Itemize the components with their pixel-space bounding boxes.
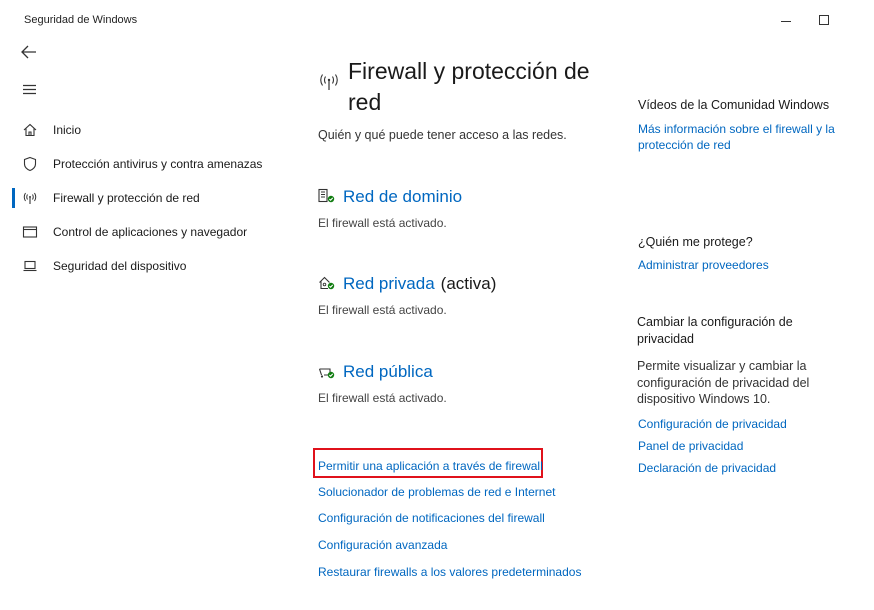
allow-app-firewall-link[interactable]: Permitir una aplicación a través de fire…: [318, 459, 543, 473]
shield-icon: [22, 156, 38, 172]
back-arrow-icon: [21, 45, 36, 59]
wifi-antenna-icon: [318, 72, 340, 92]
restore-defaults-link[interactable]: Restaurar firewalls a los valores predet…: [318, 565, 581, 579]
laptop-icon: [22, 258, 38, 274]
sidebar-item-app-control[interactable]: Control de aplicaciones y navegador: [0, 217, 290, 247]
network-section-domain: Red de dominio: [318, 186, 618, 210]
network-link-public[interactable]: Red pública: [343, 362, 433, 382]
privacy-statement-link[interactable]: Declaración de privacidad: [638, 460, 776, 476]
minimize-button[interactable]: [772, 8, 800, 32]
sidebar-item-label: Protección antivirus y contra amenazas: [53, 157, 263, 171]
browser-window-icon: [22, 224, 38, 240]
private-network-icon: [318, 275, 336, 291]
home-icon: [22, 122, 38, 138]
sidebar-item-firewall[interactable]: Firewall y protección de red: [0, 183, 290, 213]
network-section-private: Red privada (activa): [318, 273, 618, 297]
wifi-antenna-icon: [22, 190, 38, 206]
sidebar-item-antivirus[interactable]: Protección antivirus y contra amenazas: [0, 149, 290, 179]
network-link-private[interactable]: Red privada: [343, 274, 435, 293]
privacy-settings-link[interactable]: Configuración de privacidad: [638, 416, 787, 432]
manage-providers-link[interactable]: Administrar proveedores: [638, 257, 848, 273]
sidebar-item-inicio[interactable]: Inicio: [0, 115, 290, 145]
minimize-icon: [781, 20, 791, 22]
protect-heading: ¿Quién me protege?: [638, 235, 753, 249]
page-description: Quién y qué puede tener acceso a las red…: [318, 128, 567, 142]
back-button[interactable]: [14, 40, 44, 64]
public-network-icon: [318, 364, 336, 380]
active-network-label: (activa): [440, 274, 497, 293]
network-status: El firewall está activado.: [318, 391, 447, 405]
community-link[interactable]: Más información sobre el firewall y la p…: [638, 121, 848, 153]
sidebar-item-device-security[interactable]: Seguridad del dispositivo: [0, 251, 290, 281]
network-troubleshooter-link[interactable]: Solucionador de problemas de red e Inter…: [318, 485, 556, 499]
privacy-dashboard-link[interactable]: Panel de privacidad: [638, 438, 743, 454]
sidebar-item-label: Inicio: [53, 123, 82, 137]
sidebar-item-label: Control de aplicaciones y navegador: [53, 225, 248, 239]
privacy-description: Permite visualizar y cambiar la configur…: [637, 359, 810, 406]
sidebar-item-label: Seguridad del dispositivo: [53, 259, 187, 273]
menu-button[interactable]: [14, 78, 44, 102]
sidebar-item-label: Firewall y protección de red: [53, 191, 200, 205]
page-title: Firewall y protección de red: [348, 58, 590, 115]
network-status: El firewall está activado.: [318, 216, 447, 230]
network-status: El firewall está activado.: [318, 303, 447, 317]
domain-network-icon: [318, 188, 336, 204]
active-indicator: [12, 188, 15, 208]
window-title: Seguridad de Windows: [24, 14, 138, 26]
advanced-settings-link[interactable]: Configuración avanzada: [318, 538, 447, 552]
privacy-heading: Cambiar la configuración de privacidad: [637, 315, 793, 346]
maximize-button[interactable]: [810, 8, 838, 32]
network-section-public: Red pública: [318, 361, 618, 385]
network-link-domain[interactable]: Red de dominio: [343, 187, 462, 207]
community-heading: Vídeos de la Comunidad Windows: [638, 98, 830, 112]
maximize-icon: [819, 15, 829, 25]
firewall-notifications-link[interactable]: Configuración de notificaciones del fire…: [318, 511, 545, 525]
hamburger-menu-icon: [23, 84, 36, 95]
